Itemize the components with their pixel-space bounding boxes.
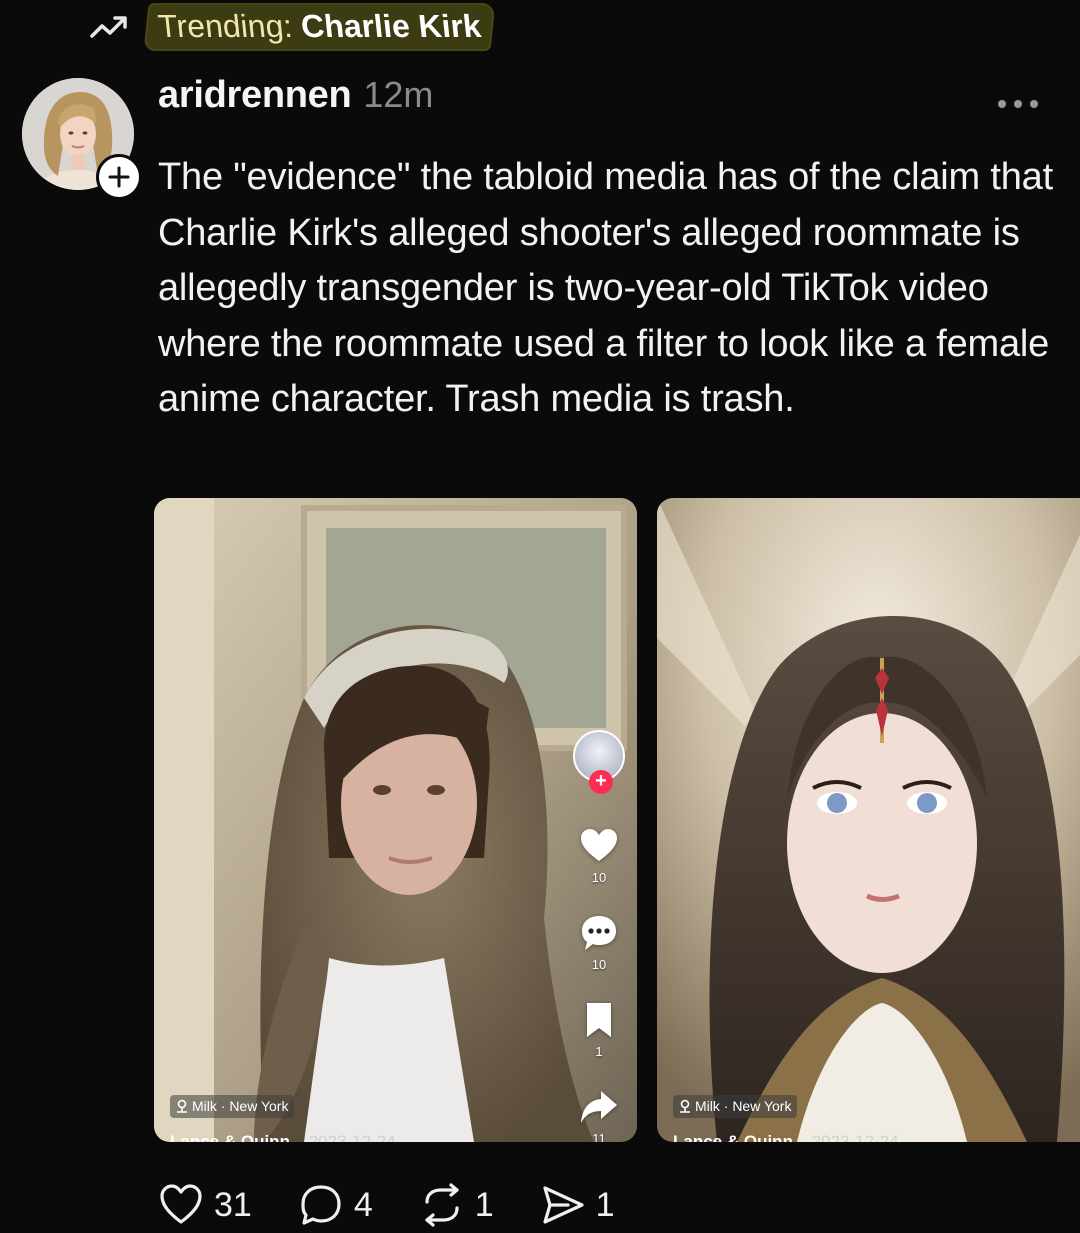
location-pin-icon bbox=[177, 1099, 187, 1113]
send-icon bbox=[543, 1186, 584, 1224]
tiktok-follow-plus-icon[interactable]: + bbox=[589, 770, 613, 794]
more-horizontal-icon bbox=[998, 100, 1038, 108]
share-arrow-icon bbox=[581, 1091, 617, 1123]
tiktok-comment[interactable]: 10 bbox=[579, 913, 619, 972]
location-pin-icon bbox=[680, 1099, 690, 1113]
reply-button[interactable]: 4 bbox=[298, 1182, 373, 1228]
tiktok-share[interactable]: 11 bbox=[579, 1087, 619, 1142]
heart-icon bbox=[160, 1184, 202, 1224]
like-count: 31 bbox=[214, 1185, 252, 1224]
trending-topic[interactable]: Charlie Kirk bbox=[299, 7, 483, 45]
tiktok-bookmark[interactable]: 1 bbox=[579, 1000, 619, 1059]
anime-filter-photo bbox=[657, 498, 1080, 1142]
comment-bubble-icon bbox=[582, 916, 616, 950]
repost-icon bbox=[425, 1183, 459, 1227]
tiktok-creator-avatar[interactable]: + bbox=[573, 730, 625, 794]
location-text: Milk · New York bbox=[192, 1098, 289, 1114]
location-tag[interactable]: Milk · New York bbox=[673, 1095, 798, 1118]
trending-chip[interactable]: Trending: Charlie Kirk bbox=[143, 3, 496, 51]
post-text: The "evidence" the tabloid media has of … bbox=[158, 156, 1053, 420]
username[interactable]: aridrennen bbox=[158, 74, 352, 117]
follow-button[interactable] bbox=[96, 154, 142, 200]
repost-count: 1 bbox=[474, 1185, 494, 1224]
comment-icon bbox=[301, 1185, 341, 1225]
like-button[interactable]: 31 bbox=[158, 1182, 252, 1228]
trending-row[interactable]: Trending: Charlie Kirk bbox=[88, 3, 496, 51]
tiktok-caption-date: 2023-12-24 bbox=[811, 1132, 899, 1142]
location-tag[interactable]: Milk · New York bbox=[170, 1095, 295, 1118]
tiktok-screenshot-photo bbox=[154, 498, 637, 1142]
tiktok-side-rail: + 10 10 1 11 bbox=[573, 730, 625, 1142]
plus-icon bbox=[108, 166, 130, 188]
tiktok-like[interactable]: 10 bbox=[579, 826, 619, 885]
trending-up-icon bbox=[90, 16, 127, 38]
tiktok-like-count: 10 bbox=[591, 870, 607, 885]
heart-icon bbox=[581, 829, 617, 861]
post-actions: 31 4 1 1 bbox=[158, 1180, 661, 1230]
reply-count: 4 bbox=[353, 1185, 373, 1224]
media-image-2[interactable]: Milk · New York Lance & Quinn 2023-12-24 bbox=[657, 498, 1080, 1142]
post-header: aridrennen 12m bbox=[158, 74, 433, 124]
share-button[interactable]: 1 bbox=[540, 1182, 615, 1228]
tiktok-caption-date: 2023-12-24 bbox=[308, 1132, 396, 1142]
repost-button[interactable]: 1 bbox=[419, 1182, 494, 1228]
trending-prefix: Trending: bbox=[156, 8, 294, 44]
media-image-1[interactable]: + 10 10 1 11 Milk · New York Lance & Qui… bbox=[154, 498, 637, 1142]
bookmark-icon bbox=[587, 1003, 611, 1037]
post-time: 12m bbox=[363, 74, 434, 115]
more-options-button[interactable] bbox=[996, 92, 1040, 116]
tiktok-caption-name: Lance & Quinn bbox=[170, 1132, 290, 1142]
tiktok-caption: Lance & Quinn 2023-12-24 bbox=[170, 1132, 396, 1142]
tiktok-bookmark-count: 1 bbox=[595, 1044, 603, 1059]
tiktok-comment-count: 10 bbox=[591, 957, 607, 972]
location-text: Milk · New York bbox=[695, 1098, 792, 1114]
tiktok-caption: Lance & Quinn 2023-12-24 bbox=[673, 1132, 899, 1142]
tiktok-caption-name: Lance & Quinn bbox=[673, 1132, 793, 1142]
tiktok-share-count: 11 bbox=[592, 1131, 606, 1142]
share-count: 1 bbox=[595, 1185, 615, 1224]
